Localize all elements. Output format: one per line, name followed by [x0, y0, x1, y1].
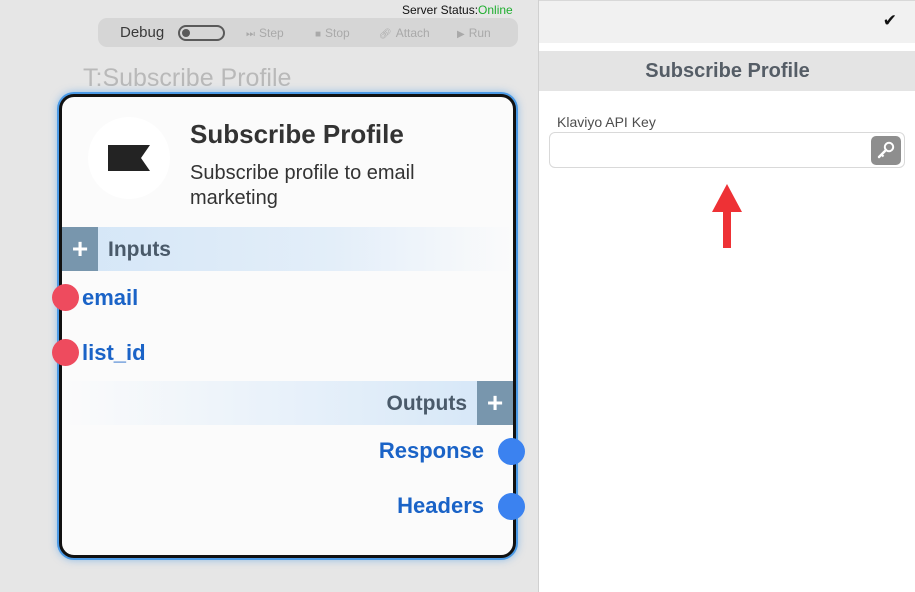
- stop-label: Stop: [325, 26, 350, 40]
- debug-label: Debug: [120, 24, 165, 41]
- step-icon: ⏭: [246, 29, 255, 40]
- node-title: Subscribe Profile: [190, 119, 404, 149]
- output-port-headers[interactable]: [498, 493, 525, 520]
- panel-topbar: ✔: [539, 0, 915, 43]
- toggle-knob: [182, 29, 190, 37]
- klaviyo-flag-icon: [108, 145, 150, 171]
- panel-header: Subscribe Profile: [539, 51, 915, 91]
- add-input-button[interactable]: +: [62, 227, 98, 271]
- properties-panel: ✔ Subscribe Profile Klaviyo API Key: [538, 0, 915, 592]
- inputs-label: Inputs: [108, 238, 171, 261]
- api-key-label: Klaviyo API Key: [557, 114, 656, 130]
- attach-label: Attach: [395, 26, 430, 40]
- red-up-arrow-icon: [712, 184, 742, 248]
- key-button[interactable]: [871, 136, 901, 165]
- output-port-response[interactable]: [498, 438, 525, 465]
- input-port-list-id[interactable]: [52, 339, 79, 366]
- attach-button[interactable]: 🔗︎ Attach: [379, 26, 430, 40]
- checkmark-icon[interactable]: ✔: [883, 11, 897, 31]
- api-key-field: [549, 132, 905, 168]
- link-icon: 🔗︎: [379, 29, 392, 40]
- node-description: Subscribe profile to email marketing: [190, 162, 415, 209]
- input-label-email: email: [82, 285, 139, 310]
- run-label: Run: [468, 26, 491, 40]
- key-icon: [877, 141, 895, 159]
- stop-icon: ■: [315, 29, 322, 40]
- input-label-list-id: list_id: [82, 340, 146, 365]
- server-status-value: Online: [478, 3, 513, 17]
- debug-toolbar: Debug ⏭ Step ■ Stop 🔗︎ Attach ▶ Run: [98, 18, 518, 47]
- outputs-label: Outputs: [386, 392, 467, 415]
- outputs-section: Outputs +: [62, 381, 513, 425]
- server-status: Server Status:Online: [402, 3, 513, 17]
- input-port-email[interactable]: [52, 284, 79, 311]
- api-key-input[interactable]: [558, 139, 858, 161]
- add-output-button[interactable]: +: [477, 381, 513, 425]
- output-label-response: Response: [378, 438, 484, 463]
- subscribe-profile-node[interactable]: Subscribe Profile Subscribe profile to e…: [52, 94, 525, 558]
- output-label-headers: Headers: [397, 493, 484, 518]
- node-heading: T:Subscribe Profile: [83, 64, 292, 92]
- stop-button[interactable]: ■ Stop: [315, 26, 350, 40]
- debug-toggle[interactable]: [178, 25, 225, 41]
- play-icon: ▶: [457, 29, 465, 40]
- run-button[interactable]: ▶ Run: [457, 26, 491, 40]
- server-status-label: Server Status:: [402, 3, 479, 17]
- inputs-section: + Inputs: [62, 227, 513, 271]
- step-label: Step: [259, 26, 284, 40]
- step-button[interactable]: ⏭ Step: [246, 26, 284, 40]
- node-logo: [88, 117, 170, 199]
- node-canvas[interactable]: Server Status:Online Debug ⏭ Step ■ Stop 🔗…: [0, 0, 538, 592]
